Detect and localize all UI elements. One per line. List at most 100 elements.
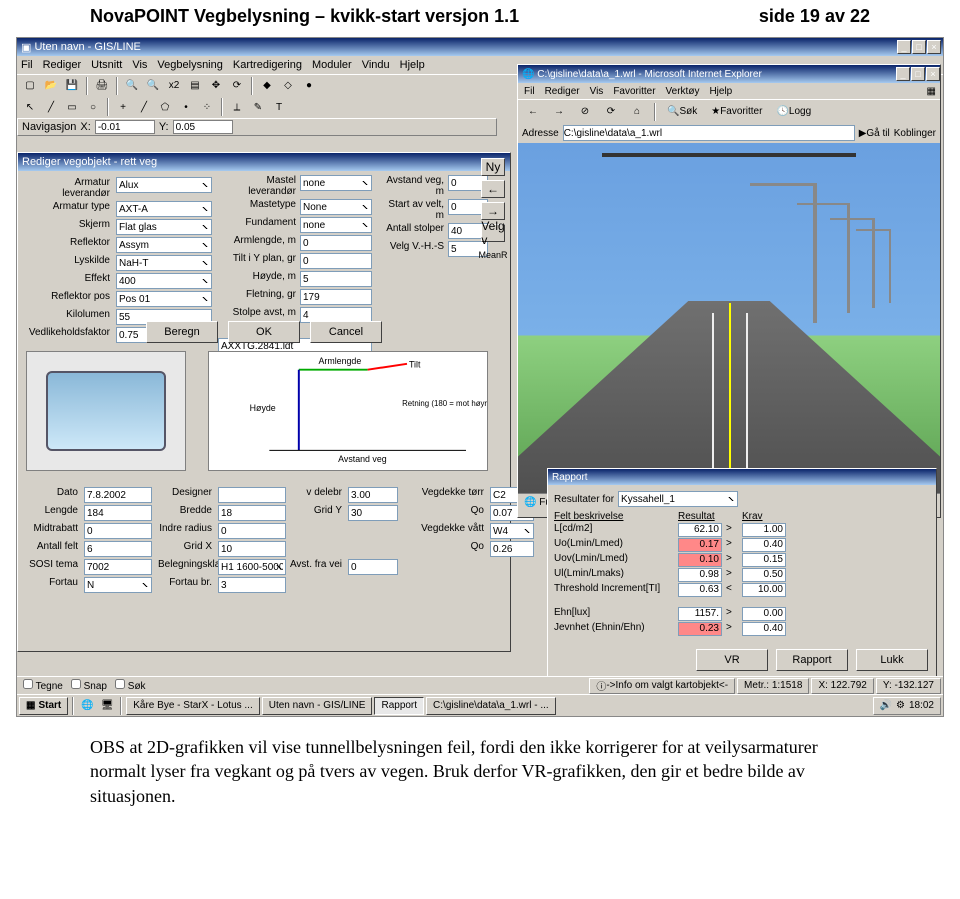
ie-menu-rediger[interactable]: Rediger [545, 86, 580, 97]
vr-button[interactable]: VR [696, 649, 768, 671]
minimize-icon[interactable]: _ [897, 40, 911, 54]
task-ie[interactable]: C:\gisline\data\a_1.wrl - ... [426, 697, 556, 715]
combo-refpos[interactable] [116, 291, 212, 307]
pan-icon[interactable]: ✥ [207, 77, 225, 95]
maximize-icon[interactable]: □ [912, 40, 926, 54]
zoom-out-icon[interactable]: 🔍 [144, 77, 162, 95]
cancel-button[interactable]: Cancel [310, 321, 382, 343]
i-midtrabatt[interactable] [84, 523, 152, 539]
combo-skjerm[interactable] [116, 219, 212, 235]
ok-button[interactable]: OK [228, 321, 300, 343]
menu-rediger[interactable]: Rediger [43, 59, 82, 71]
plus-icon[interactable]: + [114, 98, 132, 116]
input-armlengde[interactable] [300, 235, 372, 251]
close-icon[interactable]: × [927, 40, 941, 54]
ie-addr-input[interactable] [563, 125, 855, 141]
vrml-viewport[interactable] [518, 143, 940, 493]
i-belegning[interactable] [218, 559, 286, 575]
menu-kartredigering[interactable]: Kartredigering [233, 59, 302, 71]
nav-x-input[interactable] [95, 120, 155, 134]
menu-utsnitt[interactable]: Utsnitt [91, 59, 122, 71]
combo-effekt[interactable] [116, 273, 212, 289]
open-icon[interactable]: 📂 [42, 77, 60, 95]
i-qo2[interactable] [490, 541, 534, 557]
i-indreradius[interactable] [218, 523, 286, 539]
i-designer[interactable] [218, 487, 286, 503]
i-dato[interactable] [84, 487, 152, 503]
tray-icon[interactable]: 🔊 [880, 700, 892, 711]
ie-home-icon[interactable]: ⌂ [626, 102, 648, 122]
lukk-button[interactable]: Lukk [856, 649, 928, 671]
dotgrid-icon[interactable]: ⁘ [198, 98, 216, 116]
i-sosi[interactable] [84, 559, 152, 575]
combo-mast-lev[interactable] [300, 175, 372, 191]
combo-reflektor[interactable] [116, 237, 212, 253]
velg-v-button[interactable]: Velg v [481, 224, 505, 242]
chk-sok[interactable]: Søk [115, 679, 146, 692]
ie-menu-fil[interactable]: Fil [524, 86, 535, 97]
menu-hjelp[interactable]: Hjelp [400, 59, 425, 71]
ie-menu-hjelp[interactable]: Hjelp [709, 86, 732, 97]
ie-menu-verktoy[interactable]: Verktøy [666, 86, 700, 97]
polygon-icon[interactable]: ⬠ [156, 98, 174, 116]
i-gridx[interactable] [218, 541, 286, 557]
rect-icon[interactable]: ▭ [63, 98, 81, 116]
i-vdelebr[interactable] [348, 487, 398, 503]
ie-menu-vis[interactable]: Vis [590, 86, 604, 97]
polyline-icon[interactable]: ╱ [135, 98, 153, 116]
ie-menu-fav[interactable]: Favoritter [613, 86, 655, 97]
task-gisline[interactable]: Uten navn - GIS/LINE [262, 697, 373, 715]
combo-mast-type[interactable] [300, 199, 372, 215]
combo-type[interactable] [116, 201, 212, 217]
line-icon[interactable]: ╱ [42, 98, 60, 116]
ie-sok-button[interactable]: 🔍Søk [662, 102, 702, 122]
tool-a-icon[interactable]: ◆ [258, 77, 276, 95]
combo-leverandor[interactable] [116, 177, 212, 193]
menu-vegbelysning[interactable]: Vegbelysning [157, 59, 222, 71]
menu-vis[interactable]: Vis [132, 59, 147, 71]
combo-fundament[interactable] [300, 217, 372, 233]
dot-icon[interactable]: • [177, 98, 195, 116]
ie-logg-button[interactable]: 🕓Logg [771, 102, 816, 122]
ie-close-icon[interactable]: × [926, 67, 940, 81]
ie-stop-icon[interactable]: ⊘ [574, 102, 596, 122]
ie-maximize-icon[interactable]: □ [911, 67, 925, 81]
input-hoyde[interactable] [300, 271, 372, 287]
ie-fav-button[interactable]: ★Favoritter [706, 102, 767, 122]
i-gridy[interactable] [348, 505, 398, 521]
new-icon[interactable]: ▢ [21, 77, 39, 95]
edit-icon[interactable]: ✎ [249, 98, 267, 116]
task-lotus[interactable]: Kåre Bye - StarX - Lotus ... [126, 697, 260, 715]
i-bredde[interactable] [218, 505, 286, 521]
system-tray[interactable]: 🔊 ⚙ 18:02 [873, 697, 941, 715]
refresh-icon[interactable]: ⟳ [228, 77, 246, 95]
i-antallfelt[interactable] [84, 541, 152, 557]
circle-icon[interactable]: ○ [84, 98, 102, 116]
arrow-icon[interactable]: ↖ [21, 98, 39, 116]
chk-tegne[interactable]: Tegne [23, 679, 63, 692]
menu-vindu[interactable]: Vindu [362, 59, 390, 71]
chk-snap[interactable]: Snap [71, 679, 107, 692]
left-arrow-button[interactable]: ← [481, 180, 505, 198]
quick-ie-icon[interactable]: 🌐 [78, 697, 96, 715]
beregn-button[interactable]: Beregn [146, 321, 218, 343]
start-button[interactable]: ▦Start [19, 697, 68, 715]
i-vegvat[interactable] [490, 523, 534, 539]
text-icon[interactable]: T [270, 98, 288, 116]
input-tilt[interactable] [300, 253, 372, 269]
i-avstfravei[interactable] [348, 559, 398, 575]
task-rapport[interactable]: Rapport [374, 697, 424, 715]
menu-moduler[interactable]: Moduler [312, 59, 352, 71]
zoom-in-icon[interactable]: 🔍 [123, 77, 141, 95]
ie-fwd-icon[interactable]: → [548, 102, 570, 122]
ie-back-icon[interactable]: ← [522, 102, 544, 122]
input-fletning[interactable] [300, 289, 372, 305]
res-for-combo[interactable] [618, 491, 738, 507]
measure-icon[interactable]: ⟂ [228, 98, 246, 116]
i-fortaubr[interactable] [218, 577, 286, 593]
rapport-button[interactable]: Rapport [776, 649, 848, 671]
print-icon[interactable]: 🖨 [93, 77, 111, 95]
quick-desktop-icon[interactable]: 🖥 [98, 697, 116, 715]
x2-icon[interactable]: x2 [165, 77, 183, 95]
ie-refresh-icon[interactable]: ⟳ [600, 102, 622, 122]
